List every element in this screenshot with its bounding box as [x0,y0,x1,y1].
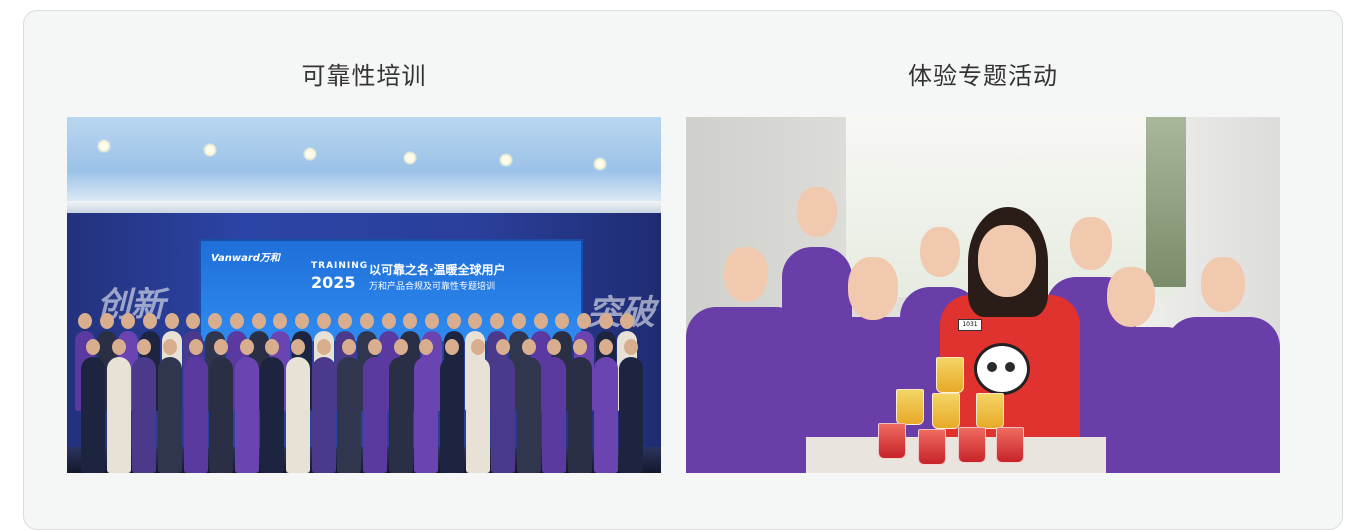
drink-cup [918,429,946,465]
attendee [81,357,105,473]
attendee-head [533,313,548,329]
attendee [363,357,387,473]
attendee-head [86,339,100,355]
drink-cup [996,427,1024,463]
attendee-head [573,339,588,355]
attendee [593,357,618,473]
attendee-head [576,313,591,329]
robot-mascot-icon [974,343,1030,395]
attendee [388,357,413,473]
attendee-head [393,339,408,355]
robot-eye [1005,362,1015,372]
attendee [260,357,285,473]
screen-year: 2025 [311,273,356,292]
screen-event-label: TRAINING [311,261,369,271]
attendee [491,357,516,473]
face [978,225,1036,297]
attendee-head [143,313,158,329]
drink-cup [958,427,986,463]
attendee-head [99,313,114,329]
attendee [439,357,464,473]
attendee-head [444,339,459,355]
attendee-head [598,339,613,355]
drink-cup [936,357,964,393]
attendee [568,357,593,473]
team-member-face [724,247,768,302]
table [806,437,1106,473]
attendee [542,357,567,473]
screen-subtitle: 万和产品合规及可靠性专题培训 [369,282,496,292]
attendee [516,357,541,473]
team-activity-photo: 1031 [686,117,1280,473]
attendee [337,357,362,473]
attendee [183,357,208,473]
panel-title: 体验专题活动 [908,62,1058,90]
drink-cup [878,423,906,459]
attendee [414,357,439,473]
ceiling-beam [67,201,661,213]
screen-slogan: 以可靠之名·温暖全球用户 [369,263,506,277]
ceiling-light [403,151,417,165]
screen-brand-logo: Vanward万和 [211,253,280,264]
attendee-head [446,313,461,329]
robot-eye [987,362,997,372]
attendee [465,357,490,473]
attendee-head [78,313,92,329]
team-member-face [920,227,960,277]
drink-cup [976,393,1004,429]
ceiling-light [97,139,111,153]
attendee-head [598,313,613,329]
drink-cup [932,393,960,429]
attendee [619,357,644,473]
attendee-head [425,313,440,329]
training-group-photo: 创新 突破 Vanward万和 TRAINING 2025 以可靠之名·温暖全球… [67,117,661,473]
team-member [1166,317,1280,473]
activity-card: 可靠性培训 创新 突破 Vanward万和 TRAINING 2025 以可靠之… [23,10,1343,530]
ceiling-light [593,157,607,171]
attendee-head [511,313,526,329]
panel-title: 可靠性培训 [301,62,427,90]
attendee-head [229,313,244,329]
attendee [286,357,311,473]
attendee-head [162,339,177,355]
attendee-head [316,339,331,355]
ceiling-light [499,153,513,167]
attendee-head [294,313,309,329]
tree [1146,117,1186,287]
attendee-head [521,339,536,355]
attendee-head [291,339,306,355]
attendee [157,357,182,473]
attendee [311,357,336,473]
ceiling-light [203,143,217,157]
attendee-head [188,339,203,355]
attendee-head [239,339,254,355]
team-member-face [1070,217,1112,270]
attendee-head [316,313,331,329]
name-badge: 1031 [958,319,982,331]
team-member-face [1201,257,1245,312]
attendee-head [360,313,374,329]
team-member-face [848,257,898,320]
team-member-face [797,187,837,237]
attendee [106,357,131,473]
drink-cup [896,389,924,425]
attendee [234,357,259,473]
attendee-head [368,339,382,355]
attendee-head [381,313,396,329]
ceiling [67,117,661,207]
attendee [209,357,234,473]
attendee-head [164,313,179,329]
attendee-head [111,339,126,355]
ceiling-light [303,147,317,161]
team-member-face [1107,267,1155,327]
attendee-head [470,339,485,355]
wall-slogan-right: 突破 [587,293,655,333]
attendee [132,357,157,473]
attendee-head [251,313,266,329]
